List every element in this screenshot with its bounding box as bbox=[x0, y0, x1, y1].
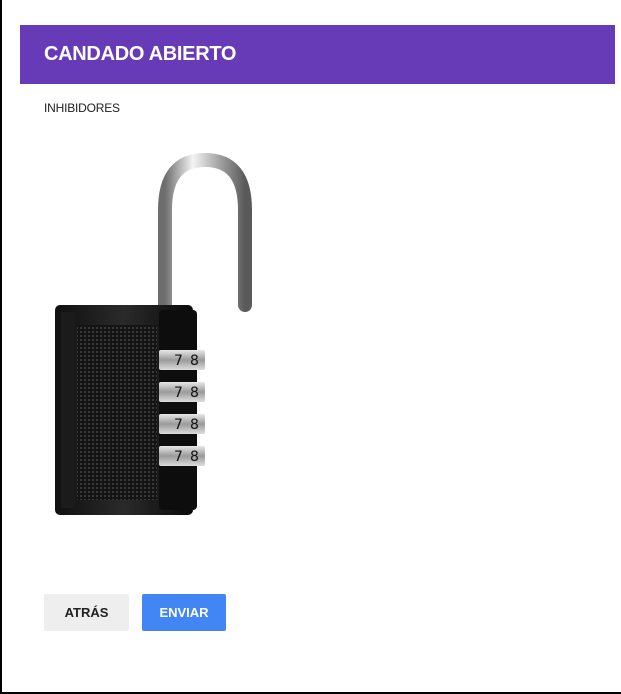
svg-text:7: 7 bbox=[174, 385, 183, 401]
send-button[interactable]: ENVIAR bbox=[142, 594, 226, 631]
svg-text:8: 8 bbox=[190, 353, 199, 369]
form-page: CANDADO ABIERTO INHIBIDORES 7 8 7 8 7 8 … bbox=[0, 0, 621, 694]
back-button[interactable]: ATRÁS bbox=[44, 594, 129, 631]
shackle bbox=[158, 152, 252, 317]
section-label: INHIBIDORES bbox=[44, 101, 120, 115]
page-header: CANDADO ABIERTO bbox=[20, 25, 615, 84]
svg-text:7: 7 bbox=[174, 449, 183, 465]
svg-text:7: 7 bbox=[174, 353, 183, 369]
svg-text:8: 8 bbox=[190, 449, 199, 465]
padlock-image: 7 8 7 8 7 8 7 8 bbox=[55, 152, 252, 515]
page-title: CANDADO ABIERTO bbox=[44, 43, 237, 65]
svg-text:8: 8 bbox=[190, 385, 199, 401]
svg-text:8: 8 bbox=[190, 417, 199, 433]
svg-text:7: 7 bbox=[174, 417, 183, 433]
